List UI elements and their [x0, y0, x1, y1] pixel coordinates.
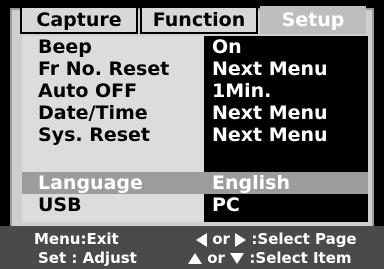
- setting-value-auto-off[interactable]: 1Min.: [212, 80, 271, 102]
- tab-capture[interactable]: Capture: [20, 6, 138, 34]
- help-select-page: or :Select Page: [196, 229, 357, 249]
- help-select-page-label: :Select Page: [251, 230, 357, 248]
- setting-label-auto-off[interactable]: Auto OFF: [38, 80, 137, 102]
- setting-label-sys-reset[interactable]: Sys. Reset: [38, 124, 150, 146]
- setting-value-language[interactable]: English: [212, 172, 290, 194]
- setting-value-sys-reset[interactable]: Next Menu: [212, 124, 328, 146]
- setting-label-fr-no-reset[interactable]: Fr No. Reset: [38, 58, 169, 80]
- setting-label-usb[interactable]: USB: [38, 194, 82, 216]
- setting-value-beep[interactable]: On: [212, 36, 242, 58]
- camera-setup-screen: Capture Function Setup Beep Fr No. Reset…: [0, 0, 384, 269]
- tab-function[interactable]: Function: [140, 6, 258, 34]
- setting-label-beep[interactable]: Beep: [38, 36, 92, 58]
- left-arrow-icon: [196, 232, 207, 247]
- down-arrow-icon: [230, 253, 245, 264]
- tab-setup[interactable]: Setup: [260, 6, 366, 34]
- help-menu-exit: Menu:Exit: [34, 230, 119, 248]
- setting-value-usb[interactable]: PC: [212, 194, 240, 216]
- help-set-adjust: Set : Adjust: [38, 249, 137, 267]
- help-or-1: or: [212, 230, 230, 248]
- help-select-item-label: :Select Item: [249, 249, 352, 267]
- setting-label-language[interactable]: Language: [38, 172, 143, 194]
- up-arrow-icon: [188, 253, 202, 264]
- help-or-2: or: [207, 249, 225, 267]
- setting-label-date-time[interactable]: Date/Time: [38, 102, 148, 124]
- help-bar: Menu:Exit or :Select Page Set : Adjust o…: [0, 226, 384, 269]
- right-arrow-icon: [235, 232, 247, 247]
- setting-value-fr-no-reset[interactable]: Next Menu: [212, 58, 328, 80]
- help-select-item: or :Select Item: [188, 248, 352, 268]
- setting-value-date-time[interactable]: Next Menu: [212, 102, 328, 124]
